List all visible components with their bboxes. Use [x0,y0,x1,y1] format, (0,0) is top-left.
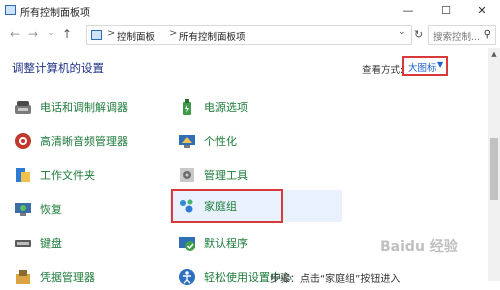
credential-manager-icon [16,270,30,284]
personalization-icon [179,135,195,148]
item-label: 管理工具 [204,169,248,182]
maximize-button[interactable]: ☐ [428,0,464,22]
annotation-highlight-box [171,189,283,223]
item-default-programs[interactable]: 默认程序 [176,230,336,256]
view-by-label: 查看方式: [362,65,404,76]
item-keyboard[interactable]: 键盘 [12,230,162,256]
scroll-up-icon[interactable]: ▲ [488,50,500,58]
instruction-overlay: 步骤：点击“家庭组”按钮进入 [270,274,401,285]
search-input[interactable]: 搜索控制... [433,29,480,43]
navigation-bar: ← → ⌄ ↑ > 控制面板 > 所有控制面板项 [0,22,500,48]
item-label: 凭据管理器 [40,271,95,284]
item-label: 工作文件夹 [40,169,95,182]
item-phone-modem[interactable]: 电话和调制解调器 [12,94,162,120]
watermark: Baidu 经验 [380,239,458,255]
item-credential-manager[interactable]: 凭据管理器 [12,264,162,290]
close-button[interactable]: ✕ [464,0,500,22]
breadcrumb-separator: > [107,28,116,39]
address-dropdown-icon[interactable]: ⌄ [398,27,406,37]
breadcrumb-separator: > [169,28,178,39]
search-icon[interactable]: ⚲ [484,29,491,40]
address-bar[interactable]: > 控制面板 > 所有控制面板项 [86,25,412,45]
control-panel-icon [5,5,16,15]
audio-manager-icon [15,133,31,149]
work-folders-icon [16,168,30,182]
item-work-folders[interactable]: 工作文件夹 [12,162,162,188]
item-label: 默认程序 [204,237,248,250]
item-audio-manager[interactable]: 高清晰音频管理器 [12,128,162,154]
item-admin-tools[interactable]: 管理工具 [176,162,336,188]
view-by-dropdown[interactable]: 大图标 ▼ [402,56,448,76]
title-bar: 所有控制面板项 — ☐ ✕ [0,0,500,23]
power-options-icon [183,99,191,115]
back-button[interactable]: ← [8,27,22,41]
breadcrumb-control-panel[interactable]: 控制面板 [117,29,155,43]
refresh-icon[interactable]: ↻ [414,28,423,41]
default-programs-icon [179,237,195,251]
item-label: 高清晰音频管理器 [40,135,128,148]
phone-modem-icon [15,101,31,114]
item-label: 电源选项 [204,101,248,114]
item-power-options[interactable]: 电源选项 [176,94,336,120]
recovery-icon [15,203,31,216]
ease-of-access-icon [179,269,195,285]
vertical-scrollbar[interactable]: ▲ [488,48,500,281]
item-label: 恢复 [40,203,62,216]
search-box[interactable]: 搜索控制... ⚲ [428,25,496,45]
up-button[interactable]: ↑ [60,27,74,41]
item-label: 个性化 [204,135,237,148]
dropdown-caret-icon: ▼ [437,60,444,69]
item-personalization[interactable]: 个性化 [176,128,336,154]
item-recovery[interactable]: 恢复 [12,196,162,222]
forward-button[interactable]: → [26,27,40,41]
scroll-thumb[interactable] [490,138,498,200]
admin-tools-icon [180,168,194,182]
window-title: 所有控制面板项 [20,8,90,19]
view-by-value: 大图标 [408,63,437,74]
item-label: 键盘 [40,237,62,250]
keyboard-icon [15,240,31,247]
recent-locations-button[interactable]: ⌄ [44,28,58,38]
item-label: 电话和调制解调器 [40,101,128,114]
page-title: 调整计算机的设置 [12,61,104,75]
breadcrumb-all-items[interactable]: 所有控制面板项 [179,29,246,43]
control-panel-icon [91,30,102,40]
minimize-button[interactable]: — [390,0,426,22]
